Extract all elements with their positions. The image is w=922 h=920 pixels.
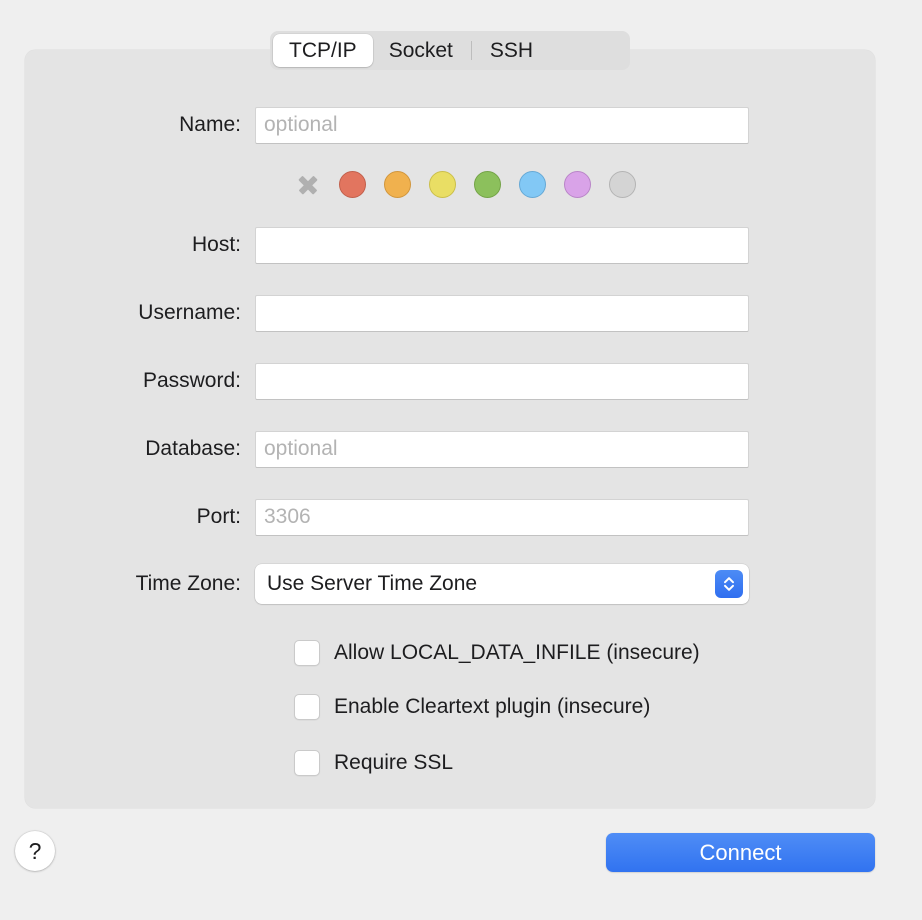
tab-tcpip-label: TCP/IP xyxy=(289,38,357,62)
host-input[interactable] xyxy=(255,226,749,264)
checkbox-box[interactable] xyxy=(294,640,320,666)
checkbox-label: Allow LOCAL_DATA_INFILE (insecure) xyxy=(334,641,700,664)
swatch-yellow[interactable] xyxy=(429,171,456,198)
database-input[interactable]: optional xyxy=(255,430,749,468)
tab-divider xyxy=(470,41,472,60)
swatch-purple[interactable] xyxy=(564,171,591,198)
port-placeholder: 3306 xyxy=(264,505,311,528)
tab-ssh-label: SSH xyxy=(489,38,534,62)
password-input[interactable] xyxy=(255,362,749,400)
password-label: Password: xyxy=(142,369,241,392)
checkbox-require-ssl[interactable]: Require SSL xyxy=(294,748,453,778)
swatch-green[interactable] xyxy=(474,171,501,198)
password-row: Password: xyxy=(0,361,850,401)
timezone-row: Time Zone: Use Server Time Zone xyxy=(0,564,850,604)
checkbox-box[interactable] xyxy=(294,694,320,720)
connect-button-label: Connect xyxy=(699,839,782,865)
checkbox-enable-cleartext-plugin[interactable]: Enable Cleartext plugin (insecure) xyxy=(294,692,650,722)
tab-socket[interactable]: Socket xyxy=(373,34,469,67)
help-button[interactable]: ? xyxy=(15,831,55,871)
name-row: Name: optional xyxy=(0,105,850,145)
tab-socket-label: Socket xyxy=(388,38,453,62)
swatch-red[interactable] xyxy=(339,171,366,198)
swatch-blue[interactable] xyxy=(519,171,546,198)
swatch-none-icon[interactable] xyxy=(294,171,321,198)
username-row: Username: xyxy=(0,293,850,333)
database-row: Database: optional xyxy=(0,429,850,469)
checkbox-label: Require SSL xyxy=(334,751,454,774)
timezone-value: Use Server Time Zone xyxy=(267,572,478,595)
name-placeholder: optional xyxy=(264,113,338,136)
port-input[interactable]: 3306 xyxy=(255,498,749,536)
host-row: Host: xyxy=(0,225,850,265)
port-row: Port: 3306 xyxy=(0,497,850,537)
tab-ssh[interactable]: SSH xyxy=(474,34,549,67)
username-input[interactable] xyxy=(255,294,749,332)
chevron-updown-icon[interactable] xyxy=(715,570,743,598)
timezone-label: Time Zone: xyxy=(135,572,241,595)
connection-type-tabbar: TCP/IP Socket SSH xyxy=(270,31,630,70)
name-input[interactable]: optional xyxy=(255,106,749,144)
checkbox-allow-local-data-infile[interactable]: Allow LOCAL_DATA_INFILE (insecure) xyxy=(294,638,700,668)
timezone-select[interactable]: Use Server Time Zone xyxy=(255,564,749,604)
tab-tcpip[interactable]: TCP/IP xyxy=(273,34,373,67)
username-label: Username: xyxy=(138,301,241,324)
database-placeholder: optional xyxy=(264,437,338,460)
checkbox-label: Enable Cleartext plugin (insecure) xyxy=(334,695,651,718)
port-label: Port: xyxy=(196,505,241,528)
checkbox-box[interactable] xyxy=(294,750,320,776)
name-label: Name: xyxy=(179,113,241,136)
database-label: Database: xyxy=(145,437,241,460)
color-swatch-row xyxy=(255,171,636,198)
swatch-orange[interactable] xyxy=(384,171,411,198)
question-mark-icon: ? xyxy=(28,837,42,864)
host-label: Host: xyxy=(191,233,241,256)
swatch-gray[interactable] xyxy=(609,171,636,198)
connect-button[interactable]: Connect xyxy=(606,833,875,872)
